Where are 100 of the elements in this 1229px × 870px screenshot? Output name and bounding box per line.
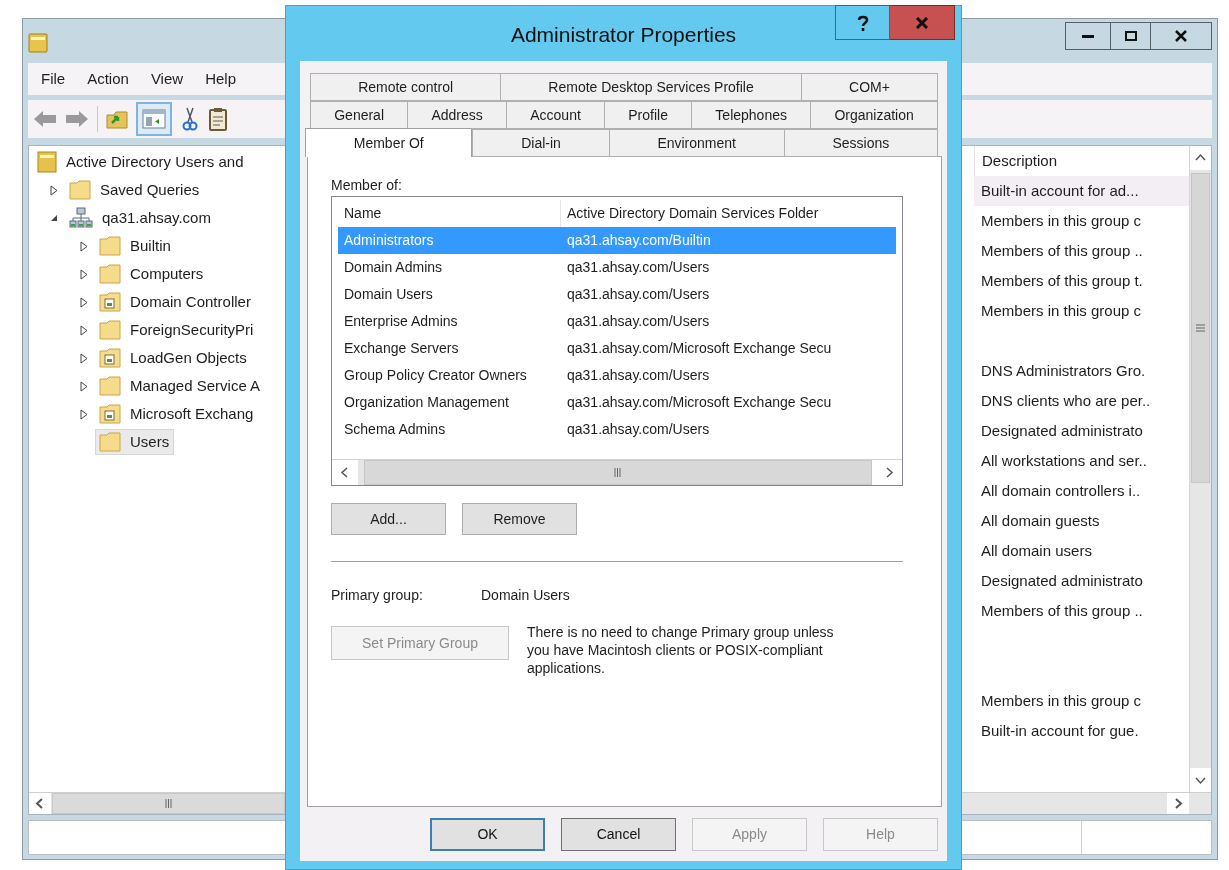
list-row[interactable]: Members of this group t.	[974, 266, 1189, 296]
grip-icon	[164, 799, 173, 808]
group-folder: qa31.ahsay.com/Microsoft Exchange Secu	[566, 339, 832, 358]
list-row[interactable]: All workstations and ser..	[974, 446, 1189, 476]
tree-item[interactable]: Users	[95, 429, 175, 455]
scroll-left-icon[interactable]	[332, 460, 358, 485]
collapsed-triangle-icon[interactable]	[80, 324, 88, 336]
scroll-left-icon[interactable]	[29, 793, 51, 814]
domain-network-icon	[69, 207, 93, 229]
collapsed-triangle-icon[interactable]	[80, 352, 88, 364]
list-row[interactable]: All domain guests	[974, 506, 1189, 536]
group-name: Administrators	[343, 231, 435, 250]
tab[interactable]: COM+	[800, 73, 938, 101]
expanded-triangle-icon[interactable]	[50, 214, 58, 222]
list-row[interactable]: Members of this group ..	[974, 596, 1189, 626]
folder-icon	[99, 320, 121, 340]
tab[interactable]: Dial-in	[472, 129, 610, 157]
add-button[interactable]: Add...	[331, 503, 446, 535]
tree-item[interactable]: Active Directory Users and	[33, 149, 249, 175]
list-row[interactable]: DNS Administrators Gro.	[974, 356, 1189, 386]
folder-up-icon[interactable]	[106, 109, 128, 129]
tree-item-label: Managed Service A	[130, 375, 261, 396]
group-folder: qa31.ahsay.com/Microsoft Exchange Secu	[566, 393, 832, 412]
member-row[interactable]: Domain Users qa31.ahsay.com/Users	[338, 281, 896, 308]
list-row[interactable]: DNS clients who are per..	[974, 386, 1189, 416]
collapsed-triangle-icon[interactable]	[50, 184, 58, 196]
cut-icon[interactable]	[180, 107, 200, 131]
member-row[interactable]: Schema Admins qa31.ahsay.com/Users	[338, 416, 896, 443]
console-tree-toggle-button[interactable]	[136, 102, 172, 136]
list-row[interactable]: Members of this group ..	[974, 236, 1189, 266]
tree-item[interactable]: Microsoft Exchang	[95, 401, 259, 427]
group-name: Organization Management	[343, 393, 510, 412]
tree-item-label: Saved Queries	[100, 179, 200, 200]
menu-item[interactable]: View	[150, 67, 184, 91]
tree-item[interactable]: Domain Controller	[95, 289, 256, 315]
vertical-scrollbar[interactable]	[1189, 146, 1211, 792]
folder-icon	[99, 236, 121, 256]
menu-item[interactable]: File	[41, 67, 66, 91]
maximize-icon	[1124, 31, 1137, 41]
dialog-button[interactable]: OK	[430, 818, 545, 851]
tab[interactable]: Remote Desktop Services Profile	[500, 73, 802, 101]
list-row[interactable]: Members in this group c	[974, 296, 1189, 326]
tab[interactable]: General	[310, 101, 409, 129]
collapsed-triangle-icon[interactable]	[80, 268, 88, 280]
member-row[interactable]: Exchange Servers qa31.ahsay.com/Microsoft Exchange Secu	[338, 335, 896, 362]
scrollbar-thumb[interactable]	[1191, 173, 1210, 483]
close-icon	[1175, 30, 1187, 42]
menu-item[interactable]: Action	[87, 67, 129, 91]
member-row[interactable]: Group Policy Creator Owners qa31.ahsay.com/Users	[338, 362, 896, 389]
list-row[interactable]: All domain users	[974, 536, 1189, 566]
group-folder: qa31.ahsay.com/Users	[566, 312, 710, 331]
column-header[interactable]: Active Directory Domain Services Folder	[561, 200, 896, 227]
list-row[interactable]: Built-in account for ad...	[974, 176, 1189, 206]
list-row[interactable]: Members in this group c	[974, 206, 1189, 236]
group-folder: qa31.ahsay.com/Users	[566, 366, 710, 385]
clipboard-icon[interactable]	[208, 107, 228, 131]
list-row[interactable]: Members in this group c	[974, 686, 1189, 716]
tree-item[interactable]: Builtin	[95, 233, 176, 259]
help-title-button[interactable]	[835, 5, 890, 40]
tree-item[interactable]: qa31.ahsay.com	[65, 205, 216, 231]
list-row[interactable]: Designated administrato	[974, 416, 1189, 446]
scroll-right-icon[interactable]	[1167, 793, 1189, 814]
group-name: Domain Admins	[343, 258, 444, 277]
menu-item[interactable]: Help	[205, 67, 236, 91]
tree-item[interactable]: Saved Queries	[65, 177, 205, 203]
collapsed-triangle-icon[interactable]	[80, 240, 88, 252]
tree-item-label: qa31.ahsay.com	[102, 207, 211, 228]
forward-arrow-icon[interactable]	[65, 110, 89, 128]
tab[interactable]: Account	[506, 101, 606, 129]
tab[interactable]: Sessions	[783, 129, 938, 157]
list-row[interactable]: Built-in account for gue.	[974, 716, 1189, 746]
scroll-down-icon[interactable]	[1190, 768, 1211, 792]
member-row[interactable]: Organization Management qa31.ahsay.com/Microsoft Exchange Secu	[338, 389, 896, 416]
back-arrow-icon[interactable]	[33, 110, 57, 128]
member-row[interactable]: Enterprise Admins qa31.ahsay.com/Users	[338, 308, 896, 335]
tab[interactable]: Address	[407, 101, 507, 129]
tab[interactable]: Environment	[608, 129, 785, 157]
tree-item[interactable]: Managed Service A	[95, 373, 266, 399]
scroll-up-icon[interactable]	[1190, 146, 1211, 170]
console-icon	[37, 151, 57, 173]
remove-button[interactable]: Remove	[462, 503, 577, 535]
tree-item[interactable]: LoadGen Objects	[95, 345, 252, 371]
tree-item-label: Domain Controller	[130, 291, 251, 312]
tab[interactable]: Telephones	[691, 101, 812, 129]
tree-item[interactable]: ForeignSecurityPri	[95, 317, 259, 343]
collapsed-triangle-icon[interactable]	[80, 296, 88, 308]
tab[interactable]: Profile	[604, 101, 693, 129]
member-row[interactable]: Domain Admins qa31.ahsay.com/Users	[338, 254, 896, 281]
tab[interactable]: Member Of	[305, 128, 473, 157]
scroll-right-icon[interactable]	[876, 460, 902, 485]
collapsed-triangle-icon[interactable]	[80, 408, 88, 420]
group-name: Domain Users	[343, 285, 434, 304]
tab[interactable]: Remote control	[310, 73, 502, 101]
dialog-button[interactable]: Cancel	[561, 818, 676, 851]
list-row[interactable]: Designated administrato	[974, 566, 1189, 596]
tree-item[interactable]: Computers	[95, 261, 209, 287]
collapsed-triangle-icon[interactable]	[80, 380, 88, 392]
tab[interactable]: Organization	[810, 101, 938, 129]
list-row[interactable]: All domain controllers i..	[974, 476, 1189, 506]
help-icon	[856, 14, 869, 31]
